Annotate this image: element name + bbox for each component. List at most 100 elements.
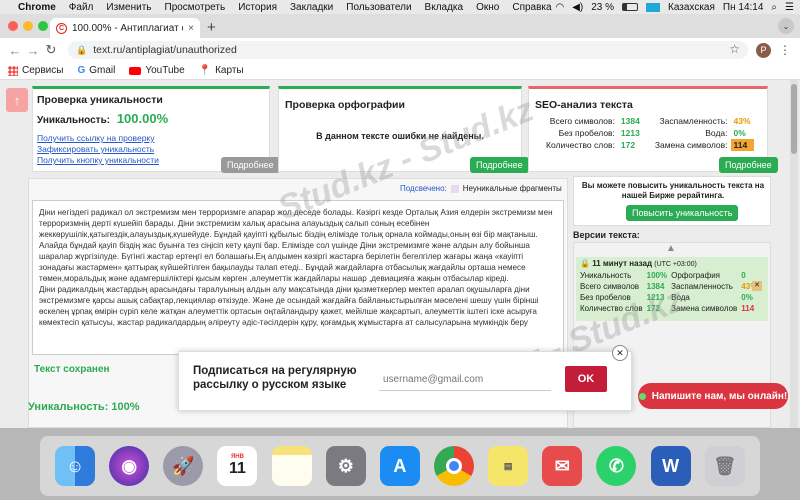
seo-details-button[interactable]: Подробнее [719, 157, 778, 173]
keyboard-layout[interactable]: Казахская [668, 2, 715, 13]
seo-value: 114 [730, 139, 754, 151]
system-preferences-icon[interactable]: ⚙ [325, 446, 366, 486]
email-input[interactable] [379, 369, 551, 391]
scroll-top-button[interactable]: ↑ [6, 88, 28, 112]
menu-window[interactable]: Окно [476, 2, 499, 13]
trash-icon[interactable]: 🗑 [704, 446, 745, 486]
versions-title: Версии текста: [573, 230, 640, 240]
legend-label: Подсвечено: [400, 184, 447, 193]
chrome-icon[interactable] [434, 446, 475, 486]
uniqueness-details-button[interactable]: Подробнее [221, 157, 280, 173]
version-value: 1384 [646, 282, 665, 291]
browser-toolbar: ← → ↻ 🔒 text.ru/antiplagiat/unauthorized… [0, 38, 800, 62]
url-text[interactable]: text.ru/antiplagiat/unauthorized [93, 44, 237, 56]
stickies-icon[interactable]: ▤ [488, 446, 529, 486]
version-label: Вода [671, 293, 690, 302]
menu-help[interactable]: Справка [512, 2, 551, 13]
version-row: Всего символов 1384 Заспамленность 43% [578, 281, 759, 292]
seo-title: SEO-анализ текста [535, 99, 633, 111]
calendar-icon[interactable]: ЯНВ 11 [217, 446, 258, 486]
menu-history[interactable]: История [238, 2, 277, 13]
siri-icon[interactable]: ◉ [109, 446, 150, 486]
finder-icon[interactable]: ☺ [55, 446, 96, 486]
clock[interactable]: Пн 14:14 [723, 2, 764, 13]
versions-scroll-up-icon[interactable]: ▲ [666, 243, 676, 254]
bookmark-apps[interactable]: Сервисы [8, 65, 63, 76]
version-label: Замена символов [671, 304, 738, 313]
back-icon[interactable]: ← [6, 43, 24, 58]
highlight-legend: Подсвечено: Неуникальные фрагменты [400, 184, 562, 193]
get-button-link[interactable]: Получить кнопку уникальности [37, 155, 159, 166]
control-center-icon[interactable]: ☰ [785, 2, 794, 13]
word-icon[interactable]: W [650, 446, 691, 486]
dock: ☺ ◉ 🚀 ЯНВ 11 ⚙ A ▤ ✉ ✆ W 🗑 [40, 436, 760, 496]
lock-icon[interactable]: 🔒 [76, 45, 87, 56]
version-time: 11 минут назад [592, 259, 653, 268]
get-check-link[interactable]: Получить ссылку на проверку [37, 133, 159, 144]
tab-title: 100.00% - Антиплагиат онлай [72, 22, 183, 34]
spelling-details-button[interactable]: Подробнее [470, 157, 529, 173]
version-label: Количество слов [580, 304, 643, 313]
app-store-icon[interactable]: A [379, 446, 420, 486]
text-ru-favicon: C [56, 22, 67, 34]
raise-text: Вы можете повысить уникальность текста н… [581, 181, 765, 200]
seo-label: Всего символов: [549, 116, 615, 126]
lock-icon: 🔒 [580, 259, 590, 268]
wifi-icon[interactable]: ◠ [555, 2, 564, 13]
spelling-title: Проверка орфографии [285, 99, 405, 111]
seo-table: Всего символов: 1384 Заспамленность: 43%… [543, 115, 754, 151]
version-label: Заспамленность [671, 282, 733, 291]
launchpad-icon[interactable]: 🚀 [163, 446, 204, 486]
browser-tab[interactable]: C 100.00% - Антиплагиат онлай × [50, 18, 200, 38]
version-row: Без пробелов 1213 Вода 0% [578, 292, 759, 303]
mail-icon[interactable]: ✉ [542, 446, 583, 486]
popup-close-icon[interactable]: ✕ [612, 345, 628, 361]
notes-icon[interactable] [271, 446, 312, 486]
uniqueness-label: Уникальность: [37, 115, 111, 126]
version-badge-icon[interactable]: ✕ [752, 281, 762, 291]
bookmark-label: Сервисы [22, 65, 64, 76]
volume-icon[interactable]: ◀) [572, 2, 583, 13]
tab-close-icon[interactable]: × [188, 23, 194, 34]
menu-edit[interactable]: Изменить [106, 2, 151, 13]
menu-people[interactable]: Пользователи [346, 2, 411, 13]
fix-uniqueness-link[interactable]: Зафиксировать уникальность [37, 144, 159, 155]
seo-value: 1384 [620, 116, 640, 126]
bookmark-gmail[interactable]: G Gmail [77, 65, 115, 76]
scrollbar-thumb[interactable] [791, 84, 797, 154]
reload-icon[interactable]: ↻ [42, 42, 60, 58]
new-tab-button[interactable]: + [207, 19, 216, 36]
close-window-icon[interactable] [8, 21, 18, 31]
minimize-window-icon[interactable] [23, 21, 33, 31]
checked-text-area[interactable]: Діни негіздегі радикал ол экстремизм мен… [32, 200, 564, 355]
seo-label: Без пробелов: [558, 128, 615, 138]
apps-grid-icon [8, 65, 18, 76]
tab-search-chevron-icon[interactable]: ⌄ [778, 18, 794, 34]
subscribe-ok-button[interactable]: OK [565, 366, 607, 392]
uniqueness-title: Проверка уникальности [37, 94, 163, 106]
raise-uniqueness-button[interactable]: Повысить уникальность [626, 205, 739, 221]
bookmark-star-icon[interactable]: ☆ [729, 42, 740, 56]
search-icon[interactable]: ⌕ [771, 2, 777, 13]
page-scrollbar[interactable] [790, 80, 798, 428]
chat-button[interactable]: Напишите нам, мы онлайн! [638, 383, 788, 409]
profile-avatar[interactable]: P [756, 42, 771, 58]
bookmark-maps[interactable]: 📍 Карты [199, 65, 244, 76]
menu-tab[interactable]: Вкладка [425, 2, 464, 13]
version-card[interactable]: 🔒 11 минут назад (UTC +03:00) Уникальнос… [576, 257, 768, 321]
menu-file[interactable]: Файл [69, 2, 94, 13]
whatsapp-icon[interactable]: ✆ [596, 446, 637, 486]
version-label: Без пробелов [580, 293, 631, 302]
zoom-window-icon[interactable] [38, 21, 48, 31]
menu-kebab-icon[interactable]: ⋮ [779, 43, 791, 57]
bookmark-label: YouTube [145, 65, 185, 76]
bookmark-youtube[interactable]: YouTube [129, 65, 185, 76]
battery-icon[interactable] [622, 3, 639, 11]
address-bar[interactable]: 🔒 text.ru/antiplagiat/unauthorized ☆ [68, 41, 748, 59]
menu-bookmarks[interactable]: Закладки [290, 2, 333, 13]
menu-view[interactable]: Просмотреть [165, 2, 226, 13]
menu-app-name[interactable]: Chrome [18, 2, 56, 13]
seo-label: Замена символов: [654, 140, 728, 150]
version-value: 0 [741, 271, 746, 280]
forward-icon[interactable]: → [24, 43, 42, 58]
